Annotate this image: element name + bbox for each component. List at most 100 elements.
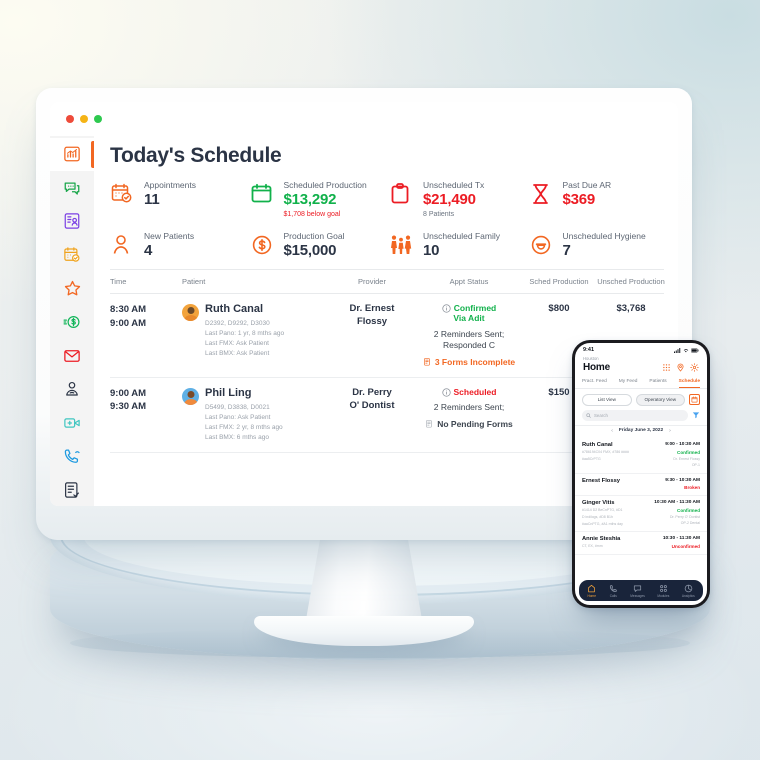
sidebar-item-email[interactable] xyxy=(50,339,94,372)
kpi-unscheduled-tx[interactable]: Unscheduled Tx $21,490 8 Patients xyxy=(389,180,525,218)
kpi-value: 10 xyxy=(423,241,440,259)
status-text: Confirmed xyxy=(453,302,497,313)
sidebar-item-video[interactable] xyxy=(50,406,94,439)
tab-pract-feed[interactable]: Pract. Feed xyxy=(582,379,607,388)
kpi-production-goal[interactable]: Production Goal $15,000 xyxy=(250,231,386,260)
appointment-left: Ernest Flossy xyxy=(582,478,620,491)
sidebar-item-schedule[interactable] xyxy=(50,239,94,272)
window-titlebar xyxy=(50,102,678,136)
segment-list-view[interactable]: List View xyxy=(582,393,632,406)
nav-item-calls[interactable]: Calls xyxy=(609,584,618,598)
kpi-scheduled-production[interactable]: Scheduled Production $13,292 $1,708 belo… xyxy=(250,180,386,218)
list-item[interactable]: Ruth Canal #786194C04 FMX, #786 #### #aa… xyxy=(575,438,707,474)
kpi-label: New Patients xyxy=(144,230,195,241)
kpi-new-patients[interactable]: New Patients 4 xyxy=(110,231,246,260)
col-header-provider[interactable]: Provider xyxy=(330,277,414,286)
appointment-provider: Dr. Perry O' Dontist xyxy=(669,514,700,519)
sidebar-item-analytics-chart[interactable] xyxy=(50,138,94,171)
list-item[interactable]: Annie Steshia CT, EX, #mm 10:30 - 11:30 … xyxy=(575,532,707,555)
kpi-unscheduled-hygiene[interactable]: Unscheduled Hygiene 7 xyxy=(529,231,665,260)
nav-item-messages[interactable]: Messages xyxy=(630,584,645,598)
filter-icon[interactable] xyxy=(692,411,700,419)
appointment-patient-name: Annie Steshia xyxy=(582,536,621,542)
patient-name[interactable]: Ruth Canal xyxy=(205,303,284,316)
appointment-list[interactable]: Ruth Canal #786194C04 FMX, #786 #### #aa… xyxy=(575,437,707,580)
analytics-icon xyxy=(684,584,693,592)
sidebar-item-patient-records[interactable] xyxy=(50,205,94,238)
sidebar-item-calls[interactable] xyxy=(50,440,94,473)
kpi-unscheduled-family[interactable]: Unscheduled Family 10 xyxy=(389,231,525,260)
segment-operatory-view[interactable]: Operatory View xyxy=(635,393,685,406)
chart-bar-icon xyxy=(64,146,80,162)
appointment-right: 9:30 - 10:30 AM Broken xyxy=(665,478,700,491)
home-icon xyxy=(588,584,596,592)
forms-status[interactable]: No Pending Forms xyxy=(414,419,524,430)
next-day-button[interactable]: › xyxy=(669,428,671,434)
patient-name[interactable]: Phil Ling xyxy=(205,387,283,400)
provider-line-1: Dr. Perry xyxy=(352,386,392,398)
kpi-text: Unscheduled Family 10 xyxy=(423,231,500,260)
star-icon xyxy=(64,280,80,296)
calendar-picker-button[interactable] xyxy=(689,394,700,406)
reminders-text: 2 Reminders Sent; xyxy=(433,402,505,413)
search-input[interactable]: Search xyxy=(582,409,688,421)
minimize-window-button[interactable] xyxy=(80,115,88,123)
sidebar-item-staff[interactable] xyxy=(50,373,94,406)
col-header-sched-production[interactable]: Sched Production xyxy=(524,277,594,286)
appointment-right: 10:30 - 11:30 AM Unconfirmed xyxy=(663,536,700,550)
form-check-icon xyxy=(65,482,79,498)
forms-text: No Pending Forms xyxy=(437,419,513,430)
maximize-window-button[interactable] xyxy=(94,115,102,123)
phone-screen: 9:41 Houston Home Pract. Feed My Feed Pa… xyxy=(575,343,707,605)
location-pin-icon[interactable] xyxy=(676,363,685,372)
provider-line-2: O' Dontist xyxy=(349,399,395,411)
video-plus-icon xyxy=(64,417,80,428)
tab-schedule[interactable]: Schedule xyxy=(678,379,700,388)
list-item[interactable]: Ernest Flossy 9:30 - 10:30 AM Broken xyxy=(575,474,707,496)
last-bmx: Last BMX: 6 mths ago xyxy=(205,434,269,442)
prev-day-button[interactable]: ‹ xyxy=(611,428,613,434)
tab-patients[interactable]: Patients xyxy=(649,379,666,388)
close-window-button[interactable] xyxy=(66,115,74,123)
hourglass-icon xyxy=(532,184,548,204)
col-header-appt-status[interactable]: Appt Status xyxy=(414,277,524,286)
list-item[interactable]: Ginger Vitis #1414 D2 BeCnPTG, #D1 D ind… xyxy=(575,496,707,532)
kpi-appointments[interactable]: Appointments 11 xyxy=(110,180,246,218)
procedure-codes: D2392, D9292, D3030 xyxy=(205,319,270,327)
cell-appt-status: Scheduled 2 Reminders Sent; No Pending F… xyxy=(414,387,524,430)
sidebar-item-forms[interactable] xyxy=(50,473,94,506)
nav-item-modules[interactable]: Modules xyxy=(657,584,669,598)
gear-icon[interactable] xyxy=(690,362,699,372)
appointment-patient-name: Ernest Flossy xyxy=(582,477,621,484)
kpi-past-due-ar[interactable]: Past Due AR $369 xyxy=(529,180,665,218)
kpi-icon-wrap xyxy=(250,180,276,206)
patient-details: D5499, D3838, D0021 Last Pano: Ask Patie… xyxy=(205,403,283,443)
view-toggle-group: List View Operatory View xyxy=(575,389,707,406)
col-header-unsched-production[interactable]: Unsched Production xyxy=(594,277,668,286)
kpi-text: Unscheduled Hygiene 7 xyxy=(563,231,646,260)
keypad-icon[interactable] xyxy=(662,363,671,372)
kpi-icon-wrap xyxy=(110,231,136,257)
sidebar-item-reviews[interactable] xyxy=(50,272,94,305)
kpi-label: Unscheduled Hygiene xyxy=(562,230,646,241)
current-date-label: Friday June 3, 2022 xyxy=(618,428,664,434)
nav-item-analytics[interactable]: Analytics xyxy=(682,584,695,598)
col-header-patient[interactable]: Patient xyxy=(182,277,330,286)
tab-my-feed[interactable]: My Feed xyxy=(619,379,638,388)
sidebar-item-payments[interactable] xyxy=(50,306,94,339)
forms-text: 3 Forms Incomplete xyxy=(434,357,516,368)
col-header-time[interactable]: Time xyxy=(110,277,182,286)
kpi-grid: Appointments 11 Scheduled Production $13… xyxy=(110,180,664,269)
col-header-ar-balance[interactable]: AR Balance xyxy=(668,277,678,286)
phone-search-row: Search xyxy=(575,406,707,425)
last-fmx: Last FMX: 2 yr, 8 mths ago xyxy=(205,424,283,432)
calendar-check-icon xyxy=(64,247,80,262)
last-pano: Last Pano: Ask Patient xyxy=(205,413,271,421)
nav-item-home[interactable]: Home xyxy=(587,584,596,598)
appointment-time: 9:30 - 10:30 AM xyxy=(665,477,700,483)
sidebar-item-messages[interactable] xyxy=(50,172,94,205)
clipboard-icon xyxy=(391,183,409,204)
forms-status[interactable]: 3 Forms Incomplete xyxy=(414,357,524,368)
time-start: 9:00 AM xyxy=(110,387,147,399)
appointment-patient-name: Ruth Canal xyxy=(582,441,613,448)
